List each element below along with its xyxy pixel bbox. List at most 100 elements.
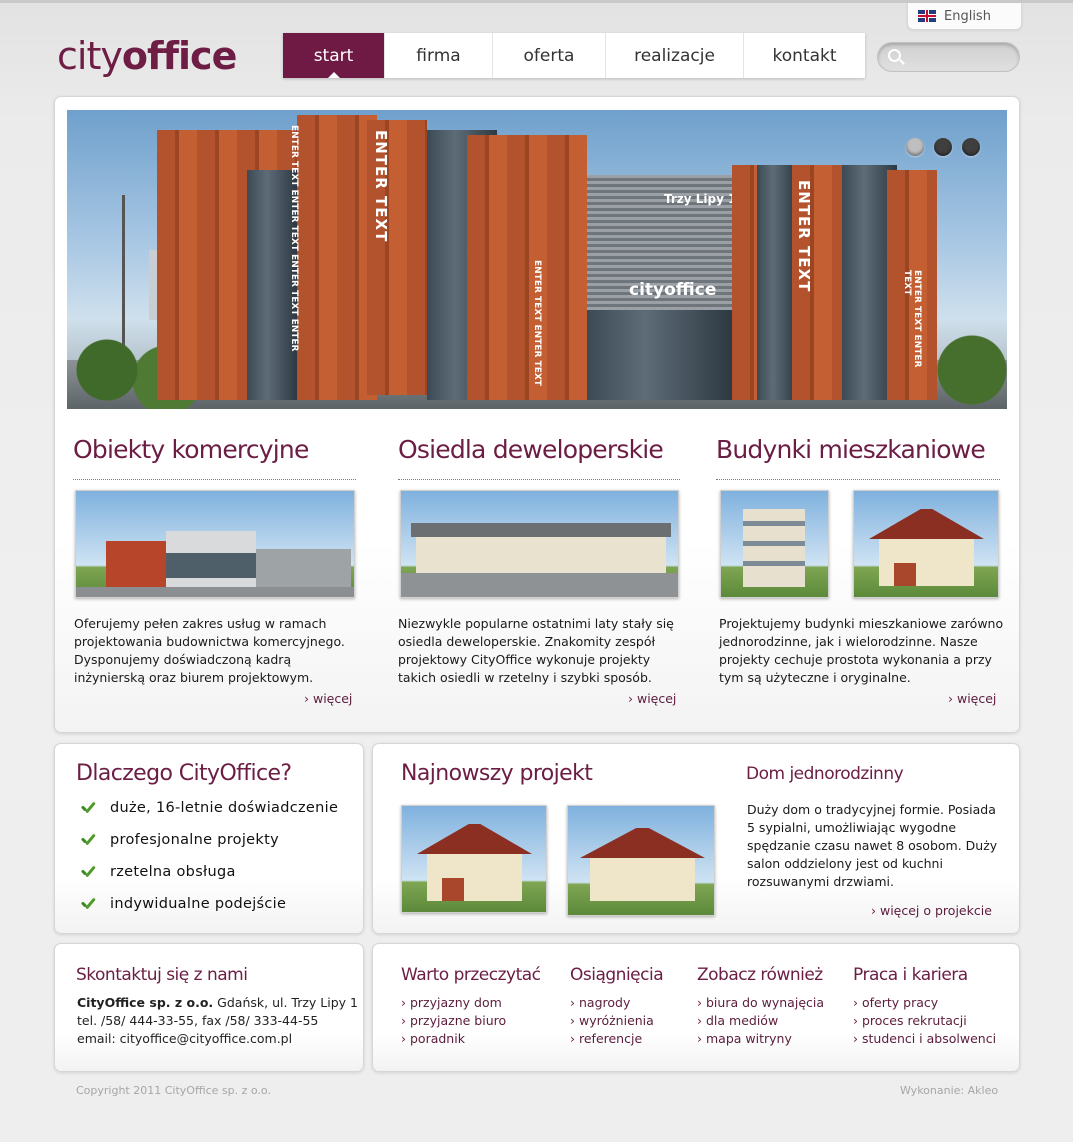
contact-title: Skontaktuj się z nami <box>76 965 248 985</box>
link-item[interactable]: nagrody <box>570 994 654 1012</box>
hero-vertical-small-text-2: ENTER TEXT ENTER TEXT <box>532 260 542 386</box>
latest-project-subtitle: Dom jednorodzinny <box>746 764 904 784</box>
nav-item-realizacje[interactable]: realizacje <box>606 33 744 78</box>
why-item-label: profesjonalne projekty <box>110 832 279 848</box>
why-item-label: duże, 16-letnie doświadczenie <box>110 800 339 816</box>
latest-project-image-2[interactable] <box>567 805 715 916</box>
column-title-residential: Budynki mieszkaniowe <box>716 435 986 464</box>
divider <box>73 479 356 480</box>
link-item[interactable]: referencje <box>570 1030 654 1048</box>
img-block <box>894 563 916 586</box>
site-logo[interactable]: cityoffice <box>57 33 237 79</box>
more-link-commercial[interactable]: więcej <box>304 691 352 706</box>
why-title: Dlaczego CityOffice? <box>76 761 292 786</box>
why-item-label: indywidualne podejście <box>110 896 287 912</box>
img-block <box>106 541 166 591</box>
commercial-building-image[interactable] <box>75 490 355 598</box>
links-title-career: Praca i kariera <box>853 965 968 985</box>
img-block <box>743 541 805 546</box>
column-text-residential: Projektujemy budynki mieszkaniowe zarówn… <box>719 616 1004 685</box>
link-item[interactable]: wyróżnienia <box>570 1012 654 1030</box>
hero-building-center <box>467 135 587 400</box>
hero-vertical-small-text-3: ENTER TEXT ENTER TEXT <box>902 270 922 368</box>
column-title-commercial: Obiekty komercyjne <box>73 435 309 464</box>
residential-block-image[interactable] <box>720 490 829 598</box>
logo-text-city: city <box>57 34 123 78</box>
hero-vertical-small-text-1: ENTER TEXT ENTER TEXT ENTER TEXT ENTER <box>289 125 299 352</box>
more-link-residential[interactable]: więcej <box>948 691 996 706</box>
slider-pagination <box>906 138 980 156</box>
img-block <box>743 561 805 566</box>
search-input[interactable] <box>908 47 1008 67</box>
language-selector[interactable]: English <box>907 3 1022 30</box>
column-text-developer: Niezwykle popularne ostatnimi laty stały… <box>398 616 674 685</box>
footer-credit[interactable]: Wykonanie: Akleo <box>900 1084 998 1097</box>
hero-vertical-text-1: ENTER TEXT <box>372 130 390 243</box>
developer-estate-image[interactable] <box>400 490 679 598</box>
why-item-label: rzetelna obsługa <box>110 864 236 880</box>
hero-trees-right <box>937 330 1007 409</box>
column-text-commercial: Oferujemy pełen zakres usług w ramach pr… <box>74 616 345 685</box>
img-block <box>590 856 695 901</box>
logo-text-office: office <box>121 34 237 78</box>
contact-company: CityOffice sp. z o.o. <box>77 995 214 1010</box>
search-box <box>877 42 1020 72</box>
link-item[interactable]: przyjazne biuro <box>401 1012 506 1030</box>
nav-item-oferta[interactable]: oferta <box>493 33 606 78</box>
link-item[interactable]: mapa witryny <box>697 1030 824 1048</box>
img-block <box>416 536 666 576</box>
divider <box>716 479 1000 480</box>
links-title-achievements: Osiągnięcia <box>570 965 664 985</box>
link-item[interactable]: biura do wynajęcia <box>697 994 824 1012</box>
img-block <box>743 521 805 526</box>
link-item[interactable]: studenci i absolwenci <box>853 1030 996 1048</box>
latest-project-image-1[interactable] <box>401 805 547 913</box>
hero-sign-address: Trzy Lipy 1 <box>664 192 737 206</box>
hero-slider-image: ENTER TEXT ENTER TEXT ENTER TEXT ENTER E… <box>67 110 1007 409</box>
links-title-see-also: Zobacz również <box>697 965 823 985</box>
nav-item-kontakt[interactable]: kontakt <box>744 33 865 78</box>
img-block <box>442 878 464 901</box>
link-item[interactable]: przyjazny dom <box>401 994 506 1012</box>
slider-dot[interactable] <box>906 138 924 156</box>
checkmark-icon <box>80 833 98 847</box>
hero-glass-right <box>757 165 797 400</box>
latest-project-text: Duży dom o tradycyjnej formie. Posiada 5… <box>747 802 998 889</box>
img-block <box>76 587 354 597</box>
link-item[interactable]: proces rekrutacji <box>853 1012 996 1030</box>
link-item[interactable]: poradnik <box>401 1030 506 1048</box>
img-block <box>580 828 705 858</box>
links-title-read: Warto przeczytać <box>401 965 541 985</box>
why-item: duże, 16-letnie doświadczenie <box>80 800 338 816</box>
hero-building-tower <box>297 115 377 400</box>
link-item[interactable]: oferty pracy <box>853 994 996 1012</box>
links-list-achievements: nagrody wyróżnienia referencje <box>570 994 654 1048</box>
more-link-developer[interactable]: więcej <box>628 691 676 706</box>
language-label: English <box>944 8 991 24</box>
hero-entrance <box>587 310 732 400</box>
links-list-read: przyjazny dom przyjazne biuro poradnik <box>401 994 506 1048</box>
contact-phones: tel. /58/ 444-33-55, fax /58/ 333-44-55 <box>77 1013 319 1028</box>
slider-dot[interactable] <box>962 138 980 156</box>
footer-copyright: Copyright 2011 CityOffice sp. z o.o. <box>76 1084 271 1097</box>
img-block <box>411 523 671 537</box>
links-list-see-also: biura do wynajęcia dla mediów mapa witry… <box>697 994 824 1048</box>
divider <box>398 479 680 480</box>
link-item[interactable]: dla mediów <box>697 1012 824 1030</box>
main-nav: start firma oferta realizacje kontakt <box>283 33 865 78</box>
slider-dot[interactable] <box>934 138 952 156</box>
nav-item-start[interactable]: start <box>283 33 385 78</box>
why-item: rzetelna obsługa <box>80 864 236 880</box>
why-item: profesjonalne projekty <box>80 832 279 848</box>
contact-email[interactable]: email: cityoffice@cityoffice.com.pl <box>77 1030 292 1048</box>
contact-address: Gdańsk, ul. Trzy Lipy 1 <box>217 995 358 1010</box>
latest-project-more-link[interactable]: więcej o projekcie <box>871 903 992 918</box>
nav-item-firma[interactable]: firma <box>385 33 493 78</box>
residential-house-image[interactable] <box>853 490 999 598</box>
img-block <box>401 573 678 597</box>
why-item: indywidualne podejście <box>80 896 286 912</box>
column-title-developer: Osiedla deweloperskie <box>398 435 664 464</box>
hero-sign-brand: cityoffice <box>629 280 717 300</box>
checkmark-icon <box>80 801 98 815</box>
search-icon[interactable] <box>888 49 901 62</box>
